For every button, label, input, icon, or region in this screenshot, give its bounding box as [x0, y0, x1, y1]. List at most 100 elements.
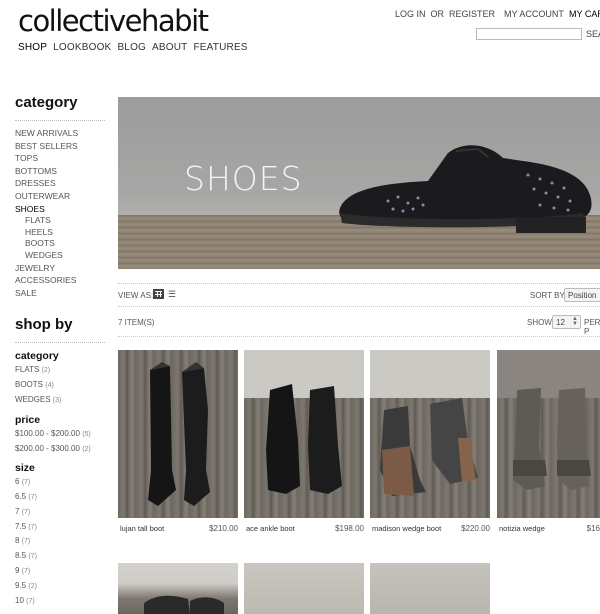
nav-lookbook[interactable]: LOOKBOOK: [53, 42, 111, 53]
shoe-image: [339, 145, 592, 233]
category-item[interactable]: JEWELRY: [15, 262, 105, 275]
filter-heading: category: [15, 350, 59, 363]
product-image[interactable]: [244, 350, 364, 518]
category-item[interactable]: OUTERWEAR: [15, 190, 105, 203]
category-item[interactable]: BEST SELLERS: [15, 140, 105, 153]
product-name[interactable]: notizia wedge: [499, 524, 545, 533]
filter-option-count: (7): [28, 494, 37, 502]
category-item[interactable]: DRESSES: [15, 177, 105, 190]
filter-option-label: $200.00 - $300.00: [15, 443, 80, 453]
filter-option-label: $100.00 - $200.00: [15, 428, 80, 438]
filter-option-count: (7): [21, 479, 31, 487]
view-toolbar: VIEW AS: ☰ SORT BY Position: [118, 283, 600, 307]
category-item[interactable]: HEELS: [15, 227, 105, 239]
product-image[interactable]: [118, 563, 238, 614]
filter-option-count: (7): [21, 508, 31, 516]
filter-option-count: (3): [52, 396, 62, 404]
filter-option-count: (4): [45, 382, 54, 390]
show-label: SHOW: [527, 318, 552, 327]
pager-toolbar: 7 ITEM(S) SHOW 12 ▲ ▼ PER P: [118, 307, 600, 337]
my-account-link[interactable]: MY ACCOUNT: [504, 9, 564, 19]
hero-banner: SHOES: [118, 97, 600, 269]
product-card[interactable]: lujan tall boot $210.00: [118, 350, 238, 533]
filter-option[interactable]: 8.5 (7): [15, 549, 105, 564]
filter-option-count: (5): [82, 430, 91, 438]
search-input[interactable]: [476, 28, 582, 40]
product-price: $198.00: [335, 524, 364, 533]
filter-option[interactable]: FLATS (2): [15, 363, 105, 378]
filter-option[interactable]: 9 (7): [15, 564, 105, 579]
product-image[interactable]: [497, 350, 600, 518]
filter-option[interactable]: WEDGES (3): [15, 393, 105, 408]
nav-shop[interactable]: SHOP: [18, 42, 47, 53]
register-link[interactable]: REGISTER: [449, 9, 495, 19]
filter-option[interactable]: 7 (7): [15, 505, 105, 520]
filter-option[interactable]: 7.5 (7): [15, 520, 105, 535]
product-card[interactable]: notizia wedge $16: [497, 350, 600, 533]
category-item[interactable]: BOOTS: [15, 238, 105, 250]
my-cart-link[interactable]: MY CART: [569, 9, 600, 19]
shopby-heading: shop by: [15, 316, 105, 344]
sidebar: category NEW ARRIVALS BEST SELLERS TOPS BOT…: [15, 94, 105, 614]
sort-by-select[interactable]: Position: [564, 288, 600, 302]
category-heading: category: [15, 94, 105, 121]
product-card[interactable]: madison wedge boot $220.00: [370, 350, 490, 533]
filter-option-count: (7): [28, 553, 37, 561]
filter-option-count: (7): [21, 568, 31, 576]
filter-option-count: (2): [28, 582, 37, 590]
category-item[interactable]: BOTTOMS: [15, 165, 105, 178]
show-select[interactable]: 12 ▲ ▼: [552, 315, 581, 329]
category-item[interactable]: FLATS: [15, 215, 105, 227]
category-item[interactable]: WEDGES: [15, 250, 105, 262]
filter-option[interactable]: 8 (7): [15, 534, 105, 549]
filter-option[interactable]: 6 (7): [15, 475, 105, 490]
category-list: NEW ARRIVALS BEST SELLERS TOPS BOTTOMS DRESS…: [15, 127, 105, 299]
search-button[interactable]: SEA: [586, 29, 600, 39]
product-price: $220.00: [461, 524, 490, 533]
category-item[interactable]: SHOES: [15, 203, 105, 216]
product-image[interactable]: [370, 350, 490, 518]
filter-option-label: WEDGES: [15, 394, 51, 404]
category-item[interactable]: NEW ARRIVALS: [15, 127, 105, 140]
site-logo[interactable]: collectivehabit: [18, 4, 209, 38]
login-link[interactable]: LOG IN: [395, 9, 426, 19]
filter-option[interactable]: $100.00 - $200.00 (5): [15, 427, 105, 442]
filter-option-count: (7): [26, 597, 35, 605]
filter-option-label: 7.5: [15, 521, 27, 531]
filter-option[interactable]: 6.5 (7): [15, 490, 105, 505]
list-view-icon[interactable]: ☰: [168, 289, 176, 299]
filter-option-label: FLATS: [15, 365, 40, 375]
filter-option-label: 8.5: [15, 551, 27, 561]
filter-list: category FLATS (2) BOOTS (4) WEDGES (3) pric…: [15, 349, 105, 614]
filter-option-label: 6: [15, 477, 20, 487]
product-name[interactable]: madison wedge boot: [372, 524, 441, 533]
product-card[interactable]: [370, 563, 490, 614]
filter-option-label: BOOTS: [15, 380, 44, 390]
product-name[interactable]: ace ankle boot: [246, 524, 295, 533]
product-card[interactable]: [118, 563, 238, 614]
view-as-label: VIEW AS:: [118, 291, 154, 300]
stepper-icon: ▲ ▼: [572, 316, 578, 327]
product-price: $210.00: [209, 524, 238, 533]
category-item[interactable]: TOPS: [15, 152, 105, 165]
nav-about[interactable]: ABOUT: [152, 42, 187, 53]
product-name[interactable]: lujan tall boot: [120, 524, 164, 533]
product-card[interactable]: ace ankle boot $198.00: [244, 350, 364, 533]
category-item[interactable]: SALE: [15, 287, 105, 300]
product-image[interactable]: [370, 563, 490, 614]
filter-heading: price: [15, 413, 41, 426]
product-image[interactable]: [118, 350, 238, 518]
category-item[interactable]: ACCESSORIES: [15, 274, 105, 287]
product-card[interactable]: [244, 563, 364, 614]
or-text: OR: [430, 9, 445, 19]
filter-option[interactable]: 9.5 (2): [15, 579, 105, 594]
filter-option[interactable]: 10 (7): [15, 594, 105, 609]
product-image[interactable]: [244, 563, 364, 614]
grid-view-icon[interactable]: [153, 289, 164, 299]
nav-features[interactable]: FEATURES: [193, 42, 247, 53]
filter-option[interactable]: BOOTS (4): [15, 378, 105, 393]
sort-by-label: SORT BY: [530, 291, 565, 300]
nav-blog[interactable]: BLOG: [117, 42, 146, 53]
filter-option[interactable]: $200.00 - $300.00 (2): [15, 442, 105, 457]
filter-heading: size: [15, 462, 35, 475]
